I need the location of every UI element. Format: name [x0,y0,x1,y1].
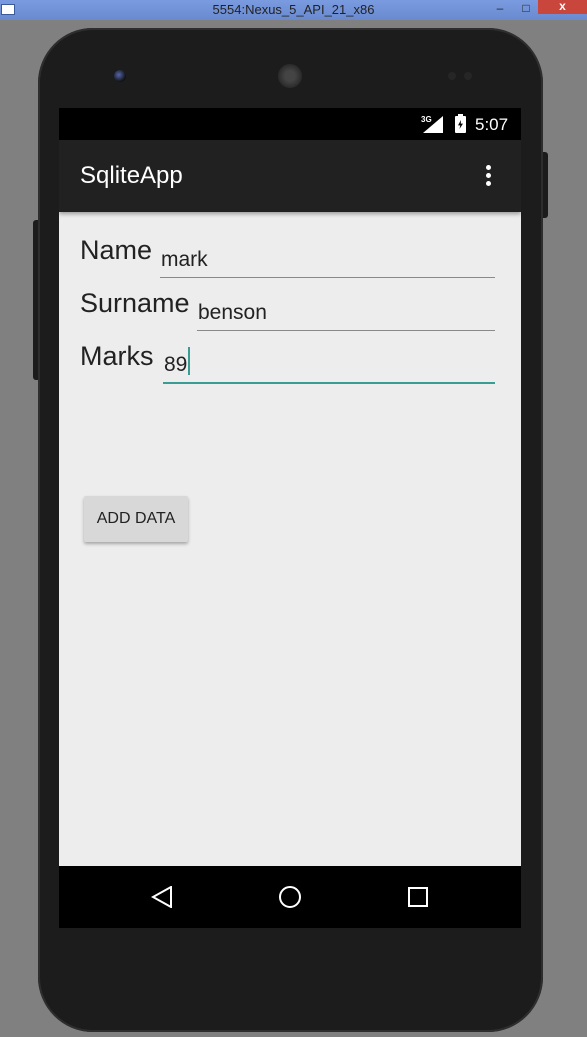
app-bar: SqliteApp [59,140,521,212]
home-icon[interactable] [279,886,301,908]
surname-label: Surname [80,288,190,318]
text-cursor [188,347,190,375]
device-screen: 3G 5:07 SqliteApp Name Surname Marks ADD… [59,108,521,928]
window-title-bar: 5554:Nexus_5_API_21_x86 – □ x [0,0,587,20]
status-bar: 3G 5:07 [59,108,521,140]
app-title: SqliteApp [80,162,183,189]
close-button[interactable]: x [538,0,587,14]
front-camera-icon [114,70,126,82]
earpiece-speaker-icon [278,64,302,88]
marks-input[interactable] [163,348,495,384]
add-data-button[interactable]: ADD DATA [84,496,188,542]
marks-label: Marks [80,341,154,371]
surname-input[interactable] [197,295,495,331]
name-label: Name [80,235,153,265]
overflow-menu-icon[interactable] [486,165,492,187]
navigation-bar [59,866,521,928]
name-input[interactable] [160,242,495,278]
recent-apps-icon[interactable] [408,887,428,907]
battery-charging-icon [455,114,466,133]
light-sensor-icon [464,72,472,80]
status-clock: 5:07 [475,115,509,134]
maximize-button[interactable]: □ [516,0,536,18]
back-icon[interactable] [151,886,173,908]
network-type-label: 3G [421,115,432,124]
proximity-sensor-icon [448,72,456,80]
minimize-button[interactable]: – [490,0,510,18]
